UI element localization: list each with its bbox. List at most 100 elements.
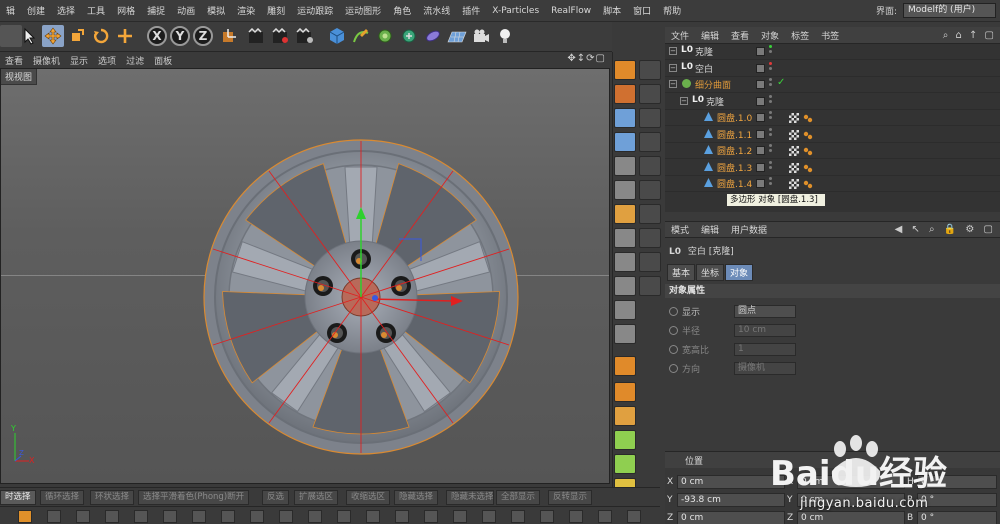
bottom-tool-icon[interactable]: [540, 510, 554, 523]
mode-button-5[interactable]: 扩展选区: [294, 490, 339, 505]
bottom-tool-icon[interactable]: [134, 510, 148, 523]
palette-tool-8[interactable]: [614, 252, 636, 272]
attribute-prop-value[interactable]: 1: [734, 342, 796, 356]
palette-tool-10[interactable]: [614, 300, 636, 320]
attribute-tab-2[interactable]: 对象: [725, 264, 754, 281]
menu-item-8[interactable]: 渲染: [231, 4, 261, 17]
move-icon[interactable]: [42, 25, 64, 47]
viewport-menu-item-4[interactable]: 过滤: [121, 54, 149, 67]
palette-tool-6[interactable]: [614, 204, 636, 224]
coord-value-field[interactable]: 0 cm: [677, 474, 785, 489]
material-tag-icon[interactable]: [803, 164, 813, 172]
expand-toggle-icon[interactable]: −: [669, 47, 677, 55]
object-name[interactable]: 圆盘.1.2: [717, 144, 752, 157]
bottom-tool-icon[interactable]: [569, 510, 583, 523]
bottom-tool-icon[interactable]: [627, 510, 641, 523]
phong-tag-icon[interactable]: [789, 179, 799, 189]
visibility-dots-icon[interactable]: [769, 61, 773, 74]
bottom-tool-icon[interactable]: [279, 510, 293, 523]
palette-tool-b-5[interactable]: [639, 180, 661, 200]
om-menu-item-0[interactable]: 文件: [665, 29, 695, 42]
mode-button-4[interactable]: 反选: [262, 490, 290, 505]
attribute-prop-value[interactable]: 摄像机: [734, 361, 796, 375]
palette-tool-12[interactable]: [614, 356, 636, 376]
mode-button-0[interactable]: 时选择: [0, 490, 36, 505]
attribute-prop-value[interactable]: 圆点: [734, 304, 796, 318]
om-menu-item-1[interactable]: 编辑: [695, 29, 725, 42]
expand-toggle-icon[interactable]: [691, 146, 699, 154]
material-tag-icon[interactable]: [803, 180, 813, 189]
mode-button-10[interactable]: 反转显示: [548, 490, 593, 505]
menu-item-16[interactable]: RealFlow: [545, 6, 597, 16]
layer-checkbox[interactable]: [756, 47, 765, 56]
bottom-tool-icon[interactable]: [163, 510, 177, 523]
am-menu-item-1[interactable]: 编辑: [695, 223, 725, 236]
menu-item-10[interactable]: 运动跟踪: [291, 4, 339, 17]
menu-item-0[interactable]: 辑: [0, 4, 21, 17]
bottom-tool-icon[interactable]: [366, 510, 380, 523]
visibility-dots-icon[interactable]: [769, 94, 773, 107]
animate-radio-icon[interactable]: [669, 325, 678, 335]
material-tag-icon[interactable]: [803, 131, 813, 139]
subdivision-generator-icon[interactable]: [374, 25, 396, 47]
bottom-tool-icon[interactable]: [424, 510, 438, 523]
coord-value-field[interactable]: 0 °: [917, 510, 997, 524]
coord-value-field[interactable]: 0 cm: [797, 474, 905, 489]
material-tag-icon[interactable]: [803, 147, 813, 156]
palette-tool-b-0[interactable]: [639, 60, 661, 80]
menu-item-9[interactable]: 雕刻: [261, 4, 291, 17]
object-row[interactable]: 圆盘.1.4: [665, 176, 1000, 192]
palette-tool-5[interactable]: [614, 180, 636, 200]
palette-tool-4[interactable]: [614, 156, 636, 176]
palette-tool-b-9[interactable]: [639, 276, 661, 296]
object-name[interactable]: 圆盘.1.4: [717, 177, 752, 190]
bottom-tool-icon[interactable]: [598, 510, 612, 523]
layer-checkbox[interactable]: [756, 146, 765, 155]
menu-item-7[interactable]: 模拟: [201, 4, 231, 17]
expand-toggle-icon[interactable]: −: [669, 63, 677, 72]
bottom-tool-icon[interactable]: [47, 510, 61, 523]
attribute-prop-value[interactable]: 10 cm: [734, 323, 796, 337]
bottom-tool-icon[interactable]: [18, 510, 32, 523]
viewport-title[interactable]: 视视图: [1, 69, 38, 85]
menu-item-17[interactable]: 脚本: [597, 4, 627, 17]
layer-checkbox[interactable]: [756, 80, 765, 89]
expand-toggle-icon[interactable]: −: [680, 96, 688, 105]
om-menu-item-5[interactable]: 书签: [815, 29, 845, 42]
viewport-menu-item-3[interactable]: 选项: [93, 54, 121, 67]
palette-tool-7[interactable]: [614, 228, 636, 248]
bottom-tool-icon[interactable]: [308, 510, 322, 523]
phong-tag-icon[interactable]: [789, 129, 799, 140]
menu-item-4[interactable]: 网格: [111, 4, 141, 17]
om-menu-item-3[interactable]: 对象: [755, 29, 785, 42]
bottom-tool-icon[interactable]: [395, 510, 409, 523]
animate-radio-icon[interactable]: [669, 306, 678, 316]
phong-tag-icon[interactable]: [789, 146, 799, 156]
palette-tool-b-2[interactable]: [639, 108, 661, 128]
animate-radio-icon[interactable]: [669, 363, 678, 373]
palette-tool-0[interactable]: [614, 60, 636, 80]
bottom-tool-icon[interactable]: [250, 510, 264, 523]
light-icon[interactable]: [494, 25, 516, 47]
coord-value-field[interactable]: 0 °: [917, 474, 997, 489]
menu-item-14[interactable]: 插件: [456, 4, 486, 17]
viewport-menu-item-0[interactable]: 查看: [0, 54, 28, 67]
bottom-tool-icon[interactable]: [337, 510, 351, 523]
object-row[interactable]: 圆盘.1.0: [665, 110, 1000, 126]
mode-button-8[interactable]: 隐藏未选择: [446, 490, 494, 505]
expand-toggle-icon[interactable]: [691, 113, 699, 121]
palette-tool-b-7[interactable]: [639, 228, 661, 248]
palette-tool-13[interactable]: [614, 382, 636, 402]
menu-item-15[interactable]: X-Particles: [486, 6, 545, 16]
pen-spline-icon[interactable]: [350, 25, 372, 47]
x-axis-lock[interactable]: X: [147, 26, 167, 46]
enabled-check-icon[interactable]: ✓: [777, 77, 785, 88]
am-toolbar-icons[interactable]: ◀ ↖ ⌕ 🔒 ⚙ ▢: [895, 224, 996, 235]
mode-button-7[interactable]: 隐藏选择: [394, 490, 439, 505]
layer-checkbox[interactable]: [756, 63, 765, 73]
floor-environment-icon[interactable]: [446, 25, 468, 47]
om-toolbar-icons[interactable]: ⌕ ⌂ ↑ ▢: [943, 30, 996, 41]
am-menu-item-0[interactable]: 模式: [665, 223, 695, 236]
am-menu-item-2[interactable]: 用户数据: [725, 223, 773, 236]
mode-button-2[interactable]: 环状选择: [90, 490, 135, 505]
